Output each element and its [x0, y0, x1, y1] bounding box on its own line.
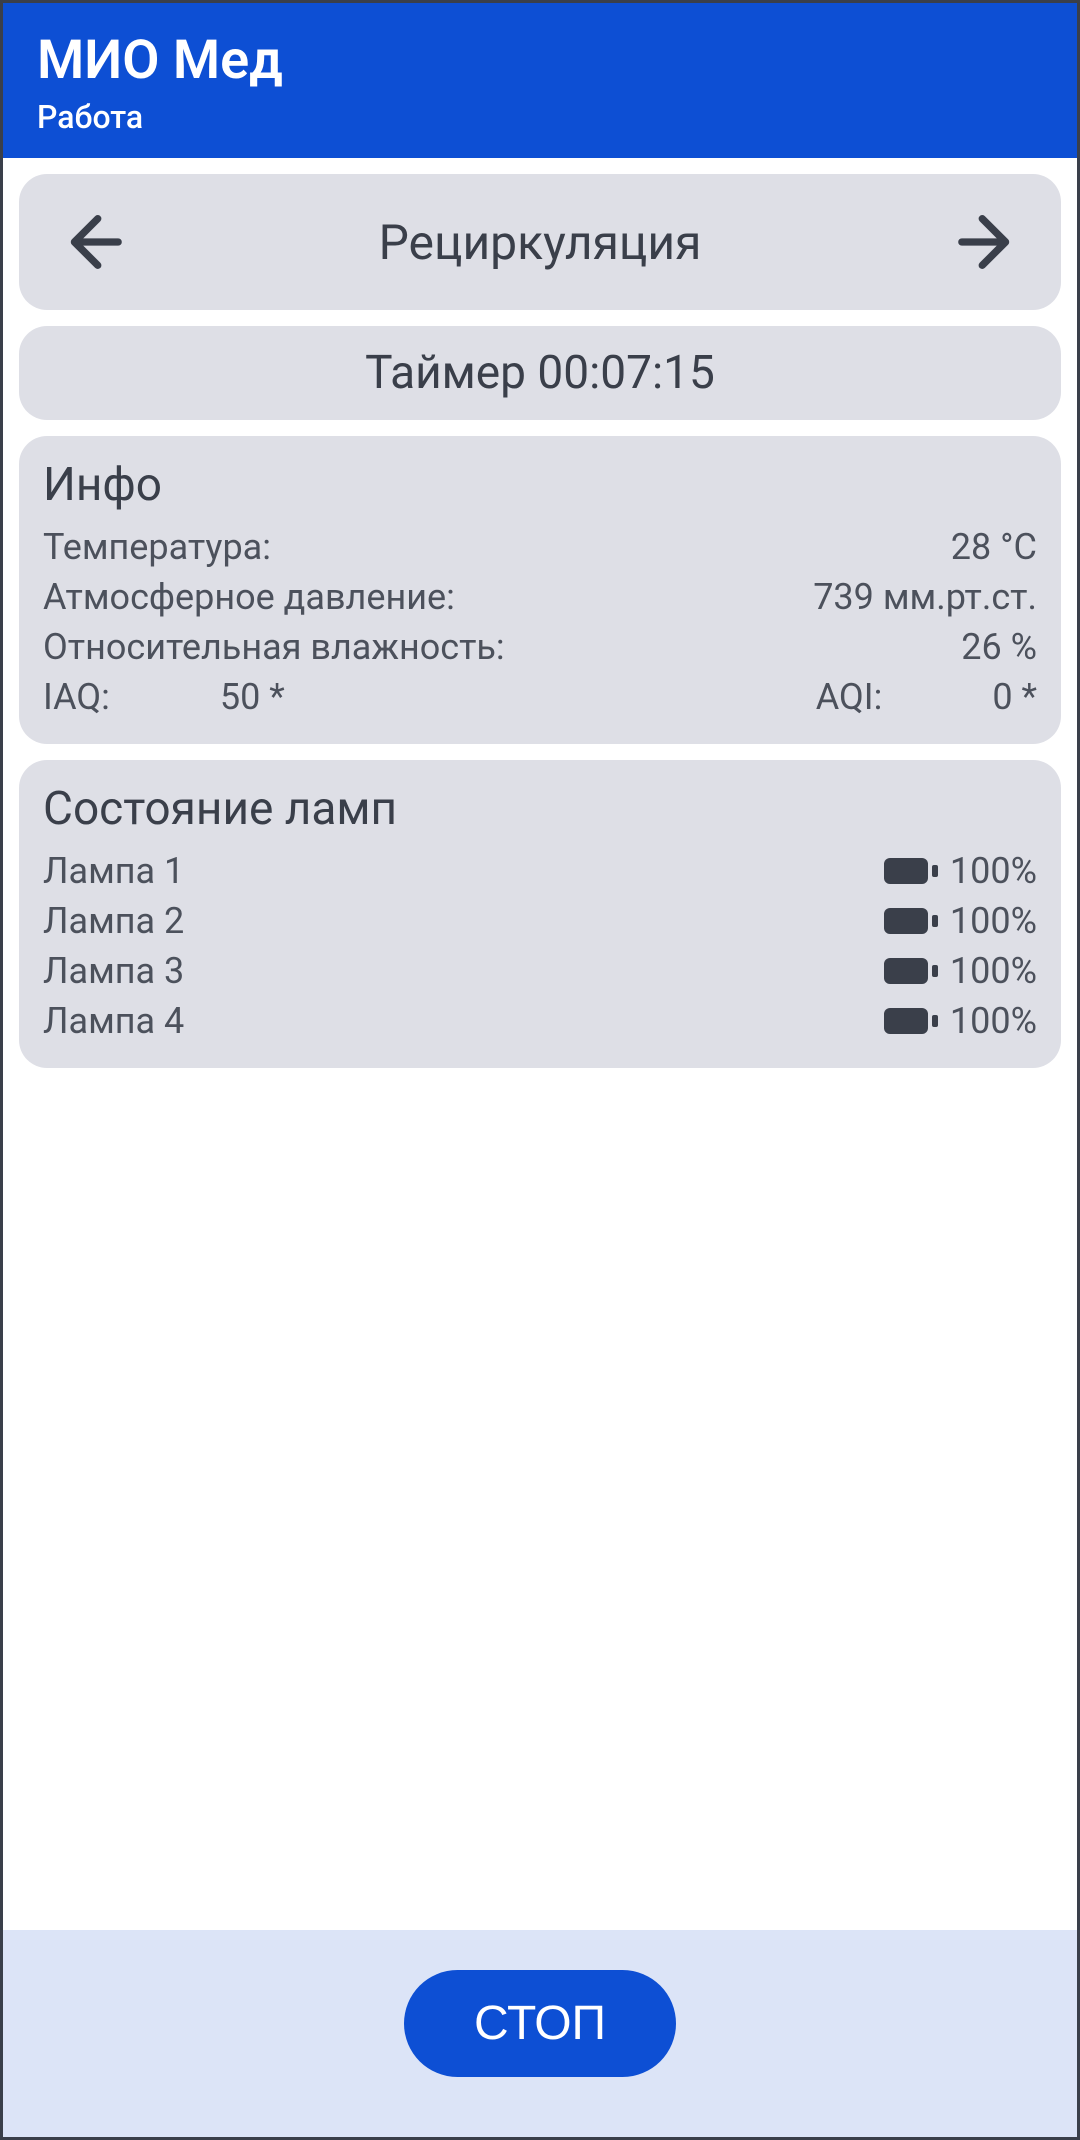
info-row-humidity: Относительная влажность: 26 % — [43, 626, 1037, 668]
lamp-name: Лампа 3 — [43, 950, 184, 992]
mode-label: Рециркуляция — [379, 214, 702, 271]
lamp-row: Лампа 1 100% — [43, 850, 1037, 892]
next-mode-button[interactable] — [951, 202, 1031, 282]
info-row-temperature: Температура: 28 °C — [43, 526, 1037, 568]
app-title: МИО Мед — [37, 29, 1043, 92]
lamp-title: Состояние ламп — [43, 782, 1037, 836]
info-value: 739 мм.рт.ст. — [813, 576, 1037, 618]
prev-mode-button[interactable] — [49, 202, 129, 282]
mode-selector: Рециркуляция — [19, 174, 1061, 310]
info-row-air-quality: IAQ: 50 * AQI: 0 * — [43, 676, 1037, 718]
battery-icon — [884, 958, 932, 984]
app-header: МИО Мед Работа — [3, 3, 1077, 158]
iaq-label: IAQ: — [43, 676, 110, 718]
lamp-name: Лампа 1 — [43, 850, 184, 892]
info-panel: Инфо Температура: 28 °C Атмосферное давл… — [19, 436, 1061, 744]
app-subtitle: Работа — [37, 98, 1043, 136]
lamp-percent: 100% — [950, 1000, 1037, 1042]
footer-bar: СТОП — [3, 1930, 1077, 2137]
lamp-row: Лампа 2 100% — [43, 900, 1037, 942]
info-label: Атмосферное давление: — [43, 576, 455, 618]
timer-display: Таймер 00:07:15 — [19, 326, 1061, 420]
lamp-name: Лампа 2 — [43, 900, 184, 942]
battery-icon — [884, 1008, 932, 1034]
lamp-percent: 100% — [950, 950, 1037, 992]
lamp-percent: 100% — [950, 850, 1037, 892]
info-row-pressure: Атмосферное давление: 739 мм.рт.ст. — [43, 576, 1037, 618]
info-title: Инфо — [43, 458, 1037, 512]
lamp-row: Лампа 4 100% — [43, 1000, 1037, 1042]
info-value: 28 °C — [951, 526, 1037, 568]
stop-button[interactable]: СТОП — [404, 1970, 676, 2077]
info-label: Относительная влажность: — [43, 626, 505, 668]
aqi-label: AQI: — [816, 676, 883, 718]
info-label: Температура: — [43, 526, 271, 568]
lamp-percent: 100% — [950, 900, 1037, 942]
lamp-status-panel: Состояние ламп Лампа 1 100% Лампа 2 100%… — [19, 760, 1061, 1068]
timer-text: Таймер 00:07:15 — [365, 346, 715, 400]
lamp-row: Лампа 3 100% — [43, 950, 1037, 992]
iaq-value: 50 * — [220, 676, 285, 718]
info-value: 26 % — [961, 626, 1037, 668]
arrow-right-icon — [956, 207, 1026, 277]
aqi-value: 0 * — [992, 676, 1037, 718]
lamp-name: Лампа 4 — [43, 1000, 184, 1042]
arrow-left-icon — [54, 207, 124, 277]
battery-icon — [884, 858, 932, 884]
battery-icon — [884, 908, 932, 934]
